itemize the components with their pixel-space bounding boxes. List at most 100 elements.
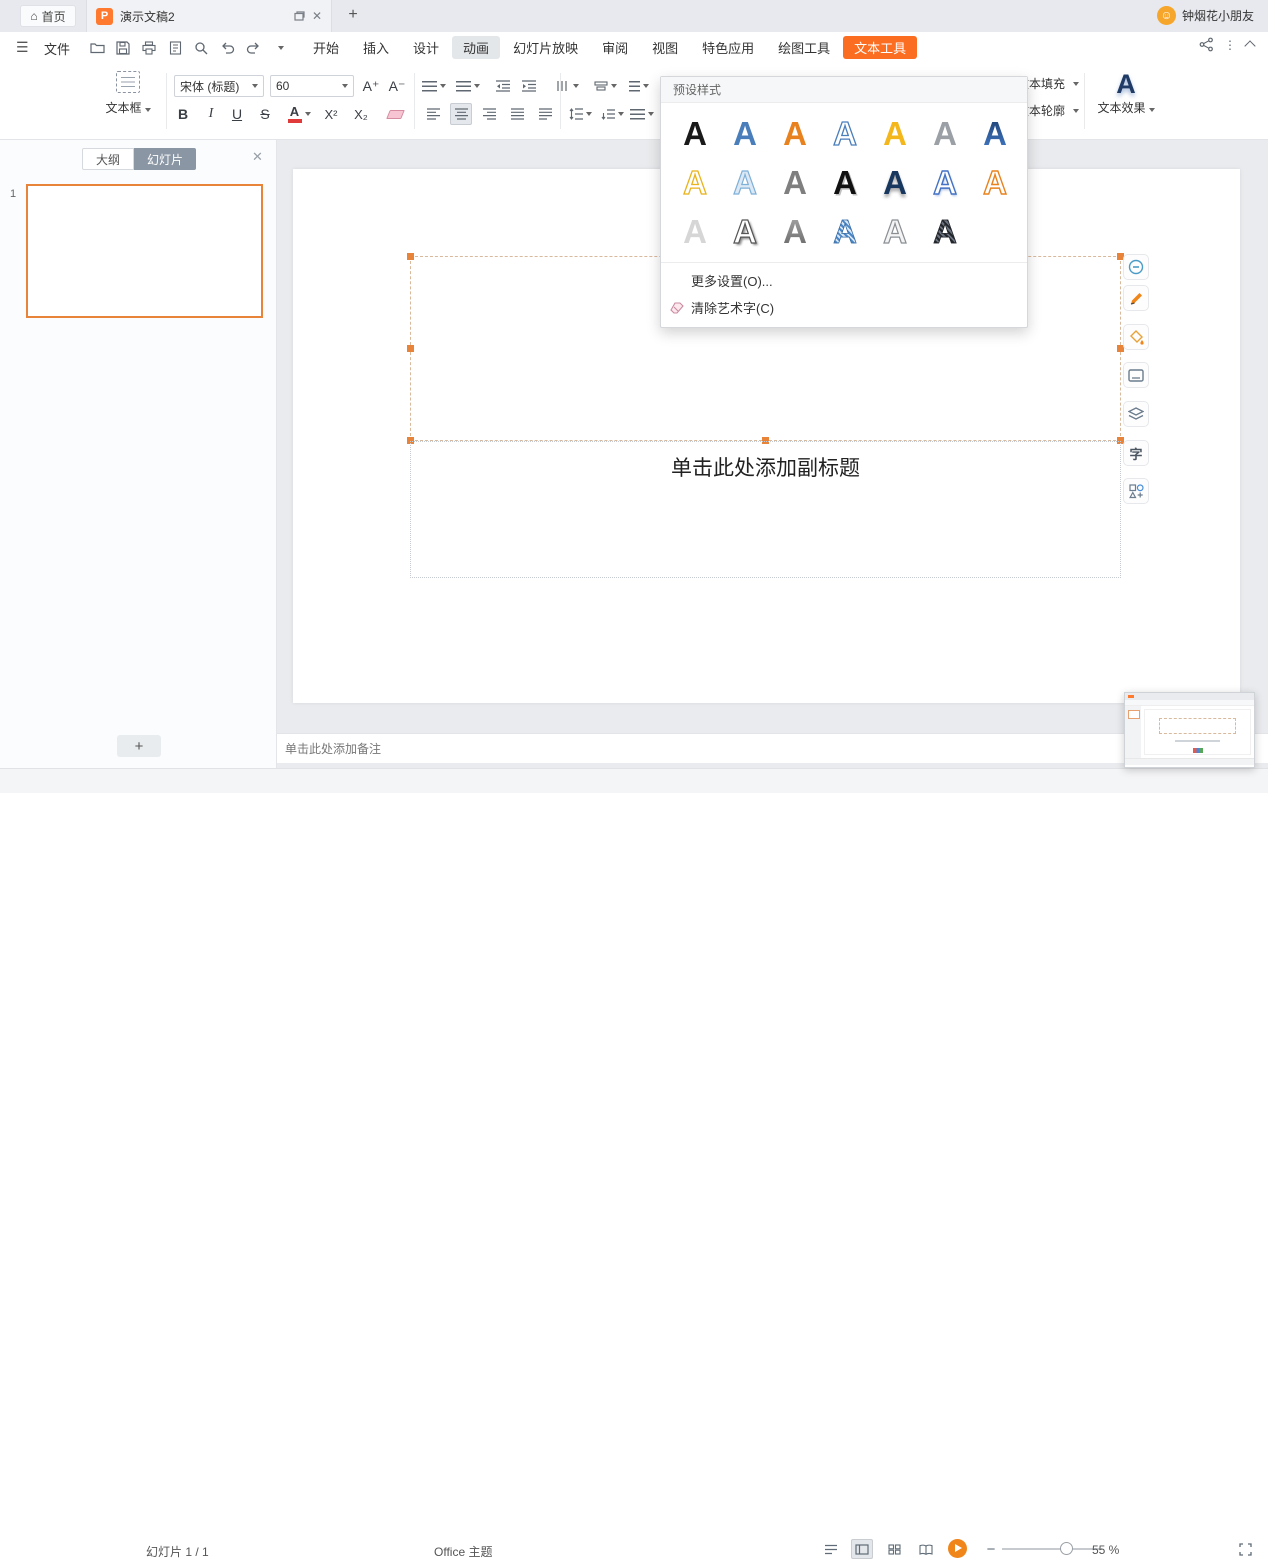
increase-indent-button[interactable] [518, 75, 540, 97]
line-height-button[interactable] [628, 103, 656, 125]
wordart-style-11[interactable]: A [820, 158, 870, 207]
reading-view-icon[interactable] [915, 1539, 937, 1559]
paragraph-spacing-button[interactable] [598, 103, 626, 125]
print-icon[interactable] [138, 37, 160, 58]
slide-frame-icon[interactable] [1123, 362, 1149, 388]
new-tab-button[interactable]: + [342, 4, 364, 26]
hamburger-menu-icon[interactable]: ☰ [16, 39, 29, 56]
wordart-style-2[interactable]: A [720, 109, 770, 158]
numbered-list-button[interactable] [454, 75, 482, 97]
underline-button[interactable]: U [226, 103, 248, 125]
wordart-style-14[interactable]: A [970, 158, 1020, 207]
wordart-style-12[interactable]: A [870, 158, 920, 207]
detach-window-icon[interactable] [294, 11, 305, 22]
wordart-style-20[interactable]: A [920, 207, 970, 256]
play-slideshow-button[interactable] [948, 1539, 967, 1558]
window-preview-thumbnail[interactable] [1124, 692, 1255, 768]
tab-drawing-tools[interactable]: 绘图工具 [767, 36, 841, 59]
zoom-slider-track[interactable] [1002, 1548, 1102, 1550]
italic-button[interactable]: I [200, 103, 222, 125]
home-button[interactable]: ⌂ 首页 [20, 5, 76, 27]
close-panel-icon[interactable]: ✕ [252, 149, 263, 165]
more-options-icon[interactable]: ⋮ [1224, 38, 1236, 52]
wordart-style-18[interactable]: A [820, 207, 870, 256]
wordart-style-19[interactable]: A [870, 207, 920, 256]
subtitle-placeholder[interactable]: 单击此处添加副标题 [410, 441, 1121, 578]
collapse-ribbon-icon[interactable] [1244, 40, 1255, 51]
align-center-button[interactable] [450, 103, 472, 125]
superscript-button[interactable]: X² [320, 103, 342, 125]
bullet-list-button[interactable] [420, 75, 448, 97]
fit-to-window-icon[interactable] [1234, 1539, 1256, 1559]
zoom-slider-handle[interactable] [1060, 1542, 1073, 1555]
slide-thumbnail[interactable] [26, 184, 263, 318]
strikethrough-button[interactable]: S [254, 103, 276, 125]
pen-icon[interactable] [1123, 285, 1149, 311]
zoom-out-icon[interactable]: − [980, 1539, 1002, 1559]
wordart-style-17[interactable]: A [770, 207, 820, 256]
textbox-button[interactable]: 文本框 [98, 71, 158, 116]
decrease-font-button[interactable]: A⁻ [386, 75, 408, 97]
text-effect-button[interactable]: A 文本效果 [1092, 69, 1160, 116]
subscript-button[interactable]: X₂ [350, 103, 372, 125]
clear-format-button[interactable] [384, 103, 406, 125]
undo-icon[interactable] [216, 37, 238, 58]
wordart-style-7[interactable]: A [970, 109, 1020, 158]
outline-tab[interactable]: 大纲 [82, 148, 134, 170]
tab-design[interactable]: 设计 [402, 36, 450, 59]
notes-toggle-icon[interactable] [820, 1539, 842, 1559]
slides-tab[interactable]: 幻灯片 [134, 148, 196, 170]
wordart-style-16[interactable]: A [720, 207, 770, 256]
tab-animation[interactable]: 动画 [452, 36, 500, 59]
paragraph-layout-button[interactable] [626, 75, 652, 97]
close-tab-icon[interactable]: ✕ [312, 9, 322, 23]
bold-button[interactable]: B [172, 103, 194, 125]
resize-handle[interactable] [407, 253, 414, 260]
document-tab[interactable]: P 演示文稿2 ✕ [86, 0, 332, 32]
layers-icon[interactable] [1123, 401, 1149, 427]
wordart-style-9[interactable]: A [720, 158, 770, 207]
tab-start[interactable]: 开始 [302, 36, 350, 59]
slide-sorter-view-icon[interactable] [883, 1539, 905, 1559]
tab-insert[interactable]: 插入 [352, 36, 400, 59]
zoom-level[interactable]: 55 % [1092, 1543, 1119, 1557]
print-preview-icon[interactable] [164, 37, 186, 58]
distribute-button[interactable] [534, 103, 556, 125]
user-account[interactable]: ☺ 钟烟花小朋友 [1157, 6, 1254, 25]
open-icon[interactable] [86, 37, 108, 58]
share-icon[interactable] [1199, 37, 1214, 52]
wordart-more-settings-item[interactable]: 更多设置(O)... [661, 267, 1027, 294]
theme-name[interactable]: Office 主题 [434, 1543, 492, 1560]
selection-pane-icon[interactable] [1123, 254, 1149, 280]
tab-slideshow[interactable]: 幻灯片放映 [502, 36, 589, 59]
tab-text-tools[interactable]: 文本工具 [843, 36, 917, 59]
wordart-style-3[interactable]: A [770, 109, 820, 158]
wordart-clear-item[interactable]: 清除艺术字(C) [661, 294, 1027, 321]
add-slide-button[interactable]: + [117, 735, 161, 757]
file-menu[interactable]: 文件 [40, 38, 74, 58]
notes-bar[interactable]: 单击此处添加备注 [277, 733, 1268, 763]
wordart-style-4[interactable]: A [820, 109, 870, 158]
align-right-button[interactable] [478, 103, 500, 125]
find-icon[interactable] [190, 37, 212, 58]
resize-handle[interactable] [407, 345, 414, 352]
text-tool-icon[interactable]: 字 [1123, 440, 1149, 466]
font-size-combo[interactable]: 60 [270, 75, 354, 97]
align-left-button[interactable] [422, 103, 444, 125]
wordart-style-13[interactable]: A [920, 158, 970, 207]
wordart-style-1[interactable]: A [670, 109, 720, 158]
align-objects-button[interactable] [590, 75, 620, 97]
increase-font-button[interactable]: A⁺ [360, 75, 382, 97]
wordart-style-5[interactable]: A [870, 109, 920, 158]
font-name-combo[interactable]: 宋体 (标题) [174, 75, 264, 97]
normal-view-icon[interactable] [851, 1539, 873, 1559]
redo-icon[interactable] [242, 37, 264, 58]
justify-button[interactable] [506, 103, 528, 125]
text-direction-button[interactable] [552, 75, 582, 97]
wordart-style-6[interactable]: A [920, 109, 970, 158]
decrease-indent-button[interactable] [492, 75, 514, 97]
wordart-style-8[interactable]: A [670, 158, 720, 207]
tab-review[interactable]: 审阅 [591, 36, 639, 59]
font-color-button[interactable]: A [284, 103, 314, 125]
wordart-style-15[interactable]: A [670, 207, 720, 256]
